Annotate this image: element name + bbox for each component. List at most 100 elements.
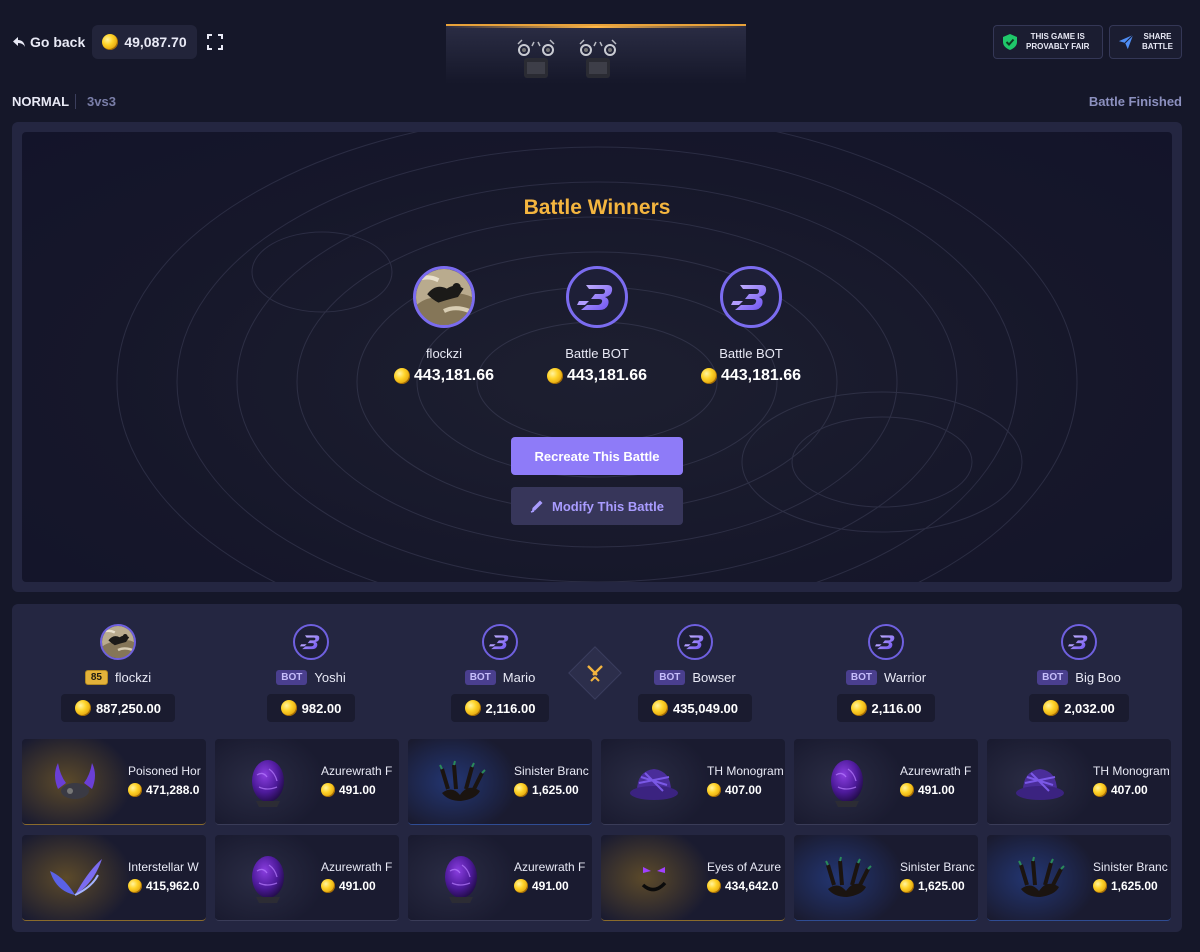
item-card[interactable]: Sinister Branc 1,625.00 [794,835,978,921]
player-total: 2,116.00 [450,694,550,722]
item-name: Azurewrath F [321,860,393,874]
item-card[interactable]: Interstellar W 415,962.0 [22,835,206,921]
bot-logo-icon [295,626,327,658]
face-icon [641,867,667,892]
egg-icon [831,760,863,807]
avatar [677,624,713,660]
players-panel: 85 flockzi 887,250.00 BOT Yoshi 982.00 B… [12,604,1182,932]
player-column: BOT Warrior 2,116.00 [791,624,981,722]
winner-name: flockzi [425,346,463,361]
item-price-value: 491.00 [918,783,955,797]
coin-icon [102,34,119,50]
winner-amount: 443,181.66 [681,367,821,385]
provably-fair-line-1: THIS GAME IS [1030,32,1085,41]
winner-amount-value: 443,181.66 [720,367,802,384]
coin-icon [393,368,410,384]
item-card[interactable]: Azurewrath F 491.00 [408,835,592,921]
item-card[interactable]: Eyes of Azure 434,642.0 [601,835,785,921]
item-card[interactable]: Poisoned Hor 471,288.0 [22,739,206,825]
player-column: BOT Bowser 435,049.00 [600,624,790,722]
share-battle-label: SHARE BATTLE [1142,32,1173,52]
egg-icon [252,856,284,903]
player-total-value: 982.00 [301,700,342,716]
winners-title: Battle Winners [523,196,671,219]
case-strip-glow [446,26,746,28]
item-card[interactable]: TH Monogram 407.00 [601,739,785,825]
item-card[interactable]: Sinister Branc 1,625.00 [987,835,1171,921]
avatar [1061,624,1097,660]
item-price-value: 491.00 [339,783,376,797]
item-price-value: 491.00 [339,879,376,893]
provably-fair-button[interactable]: THIS GAME IS PROVABLY FAIR [993,25,1103,59]
coin-icon [707,879,721,893]
shield-check-icon [1003,34,1017,50]
hat-icon [1016,769,1064,800]
coin-icon [464,700,481,716]
go-back-label: Go back [30,34,86,50]
winner-amount: 443,181.66 [527,367,667,385]
coin-icon [128,879,142,893]
player-total: 2,116.00 [836,694,936,722]
player-column: BOT Big Boo 2,032.00 [984,624,1174,722]
coin-icon [280,700,297,716]
player-name: Warrior [883,670,927,685]
share-line-2: BATTLE [1142,42,1173,51]
modify-battle-button[interactable]: Modify This Battle [511,487,683,525]
item-price: 491.00 [900,783,978,797]
send-icon [1118,34,1134,50]
branches-icon [825,856,872,897]
case-strip [446,24,746,84]
player-column: BOT Yoshi 982.00 [216,624,406,722]
bot-logo-icon [1063,626,1095,658]
player-name-row: 85 flockzi [23,670,213,685]
winner-name: Battle BOT [719,346,783,361]
item-price: 1,625.00 [900,879,978,893]
player-name-row: BOT Warrior [791,670,981,685]
player-name-row: BOT Bowser [600,670,790,685]
coin-icon [850,700,867,716]
player-name-row: BOT Yoshi [216,670,406,685]
player-column: 85 flockzi 887,250.00 [23,624,213,722]
player-total: 982.00 [266,694,356,722]
case-icon [517,39,555,78]
coin-icon [321,879,335,893]
item-card[interactable]: Azurewrath F 491.00 [794,739,978,825]
pencil-icon [530,500,543,513]
winner-card: Battle BOT 443,181.66 [527,266,667,385]
player-name: Big Boo [1075,670,1121,685]
item-price-value: 434,642.0 [725,879,779,893]
item-card[interactable]: Sinister Branc 1,625.00 [408,739,592,825]
player-total-value: 887,250.00 [95,700,162,716]
back-arrow-icon [13,37,25,47]
coin-icon [514,879,528,893]
coin-icon [700,368,717,384]
egg-icon [445,856,477,903]
modify-battle-label: Modify This Battle [552,498,664,514]
item-price: 491.00 [321,879,399,893]
avatar [100,624,136,660]
coin-icon [74,700,91,716]
winner-card: Battle BOT 443,181.66 [681,266,821,385]
recreate-battle-button[interactable]: Recreate This Battle [511,437,683,475]
user-photo-icon [102,626,134,658]
item-card[interactable]: Azurewrath F 491.00 [215,739,399,825]
mode-name: NORMAL [12,94,70,109]
item-card[interactable]: TH Monogram 407.00 [987,739,1171,825]
player-total: 435,049.00 [637,694,753,722]
top-bar: Go back 49,087.70 THIS GAME IS PROVABLY … [0,0,1200,84]
item-price: 491.00 [321,783,399,797]
player-name: Mario [502,670,536,685]
item-price-value: 407.00 [725,783,762,797]
provably-fair-line-2: PROVABLY FAIR [1026,42,1090,51]
coin-icon [546,368,563,384]
item-price-value: 491.00 [532,879,569,893]
share-battle-button[interactable]: SHARE BATTLE [1109,25,1182,59]
go-back-button[interactable]: Go back [12,34,85,50]
coin-icon [514,783,528,797]
player-total-value: 435,049.00 [672,700,739,716]
item-price: 1,625.00 [514,783,592,797]
coin-icon [1043,700,1060,716]
case-icon [579,39,617,78]
fullscreen-button[interactable] [206,33,224,51]
item-card[interactable]: Azurewrath F 491.00 [215,835,399,921]
